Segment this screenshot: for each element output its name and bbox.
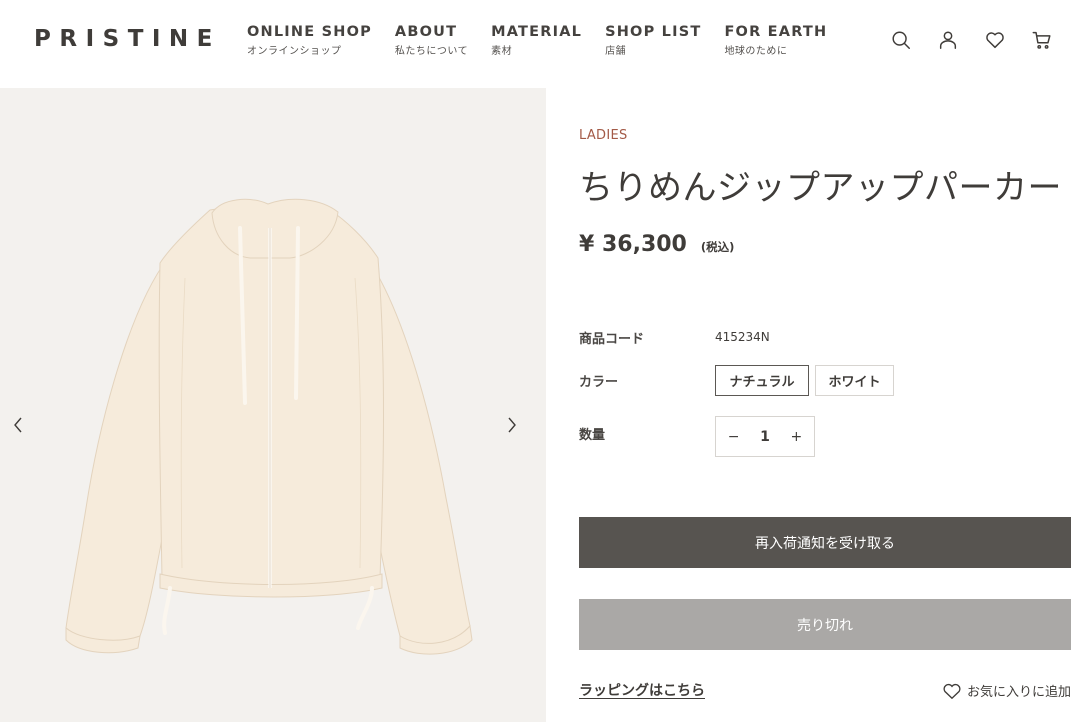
search-icon[interactable]: [889, 28, 913, 52]
wrapping-link[interactable]: ラッピングはこちら: [579, 680, 705, 700]
product-price: ¥ 36,300: [579, 232, 687, 257]
color-option-natural[interactable]: ナチュラル: [715, 365, 809, 396]
quantity-plus-button[interactable]: +: [779, 429, 814, 445]
nav-for-earth[interactable]: FOR EARTH 地球のために: [724, 24, 827, 57]
product-image: [65, 198, 473, 655]
code-label: 商品コード: [579, 332, 645, 347]
product-code: 415234N: [715, 330, 770, 344]
favorite-label: お気に入りに追加: [966, 685, 1071, 700]
chevron-right-icon[interactable]: [502, 410, 522, 440]
nav-label-en: FOR EARTH: [724, 24, 828, 40]
product-title: ちりめんジップアップパーカー: [579, 168, 1062, 208]
nav-label-ja: 素材: [491, 46, 513, 57]
brand-logo[interactable]: PRISTINE: [34, 26, 221, 52]
nav-shop-list[interactable]: SHOP LIST 店舗: [605, 24, 701, 57]
nav-label-ja: オンラインショップ: [247, 46, 342, 57]
nav-about[interactable]: ABOUT 私たちについて: [395, 24, 468, 57]
nav-label-en: SHOP LIST: [605, 24, 702, 40]
quantity-label: 数量: [579, 428, 606, 443]
header-icons: [866, 28, 1054, 52]
heart-icon[interactable]: [983, 28, 1007, 52]
color-label: カラー: [579, 375, 619, 390]
nav-material[interactable]: MATERIAL 素材: [491, 24, 582, 57]
color-option-white[interactable]: ホワイト: [815, 365, 894, 396]
site-header: PRISTINE ONLINE SHOP オンラインショップ ABOUT 私たち…: [0, 0, 1080, 88]
heart-icon: [943, 683, 961, 699]
quantity-stepper: − 1 +: [715, 416, 815, 457]
account-icon[interactable]: [936, 28, 960, 52]
price-row: ¥ 36,300 (税込): [579, 232, 734, 257]
category-link[interactable]: LADIES: [579, 128, 628, 143]
quantity-input[interactable]: 1: [751, 429, 778, 445]
nav-label-ja: 私たちについて: [394, 46, 469, 57]
tax-label: (税込): [700, 240, 735, 254]
nav-label-en: ABOUT: [394, 24, 458, 40]
add-favorite-button[interactable]: お気に入りに追加: [942, 681, 1071, 700]
nav-label-en: MATERIAL: [491, 24, 583, 40]
nav-label-ja: 店舗: [605, 46, 627, 57]
quantity-minus-button[interactable]: −: [716, 429, 751, 445]
restock-notify-button[interactable]: 再入荷通知を受け取る: [579, 517, 1071, 568]
chevron-left-icon[interactable]: [8, 410, 28, 440]
cart-icon[interactable]: [1030, 28, 1054, 52]
nav-label-en: ONLINE SHOP: [247, 24, 372, 40]
nav-label-ja: 地球のために: [724, 46, 788, 57]
product-gallery: [0, 88, 546, 722]
main-nav: ONLINE SHOP オンラインショップ ABOUT 私たちについて MATE…: [247, 24, 850, 57]
nav-online-shop[interactable]: ONLINE SHOP オンラインショップ: [247, 24, 372, 57]
soldout-button[interactable]: 売り切れ: [579, 599, 1071, 650]
